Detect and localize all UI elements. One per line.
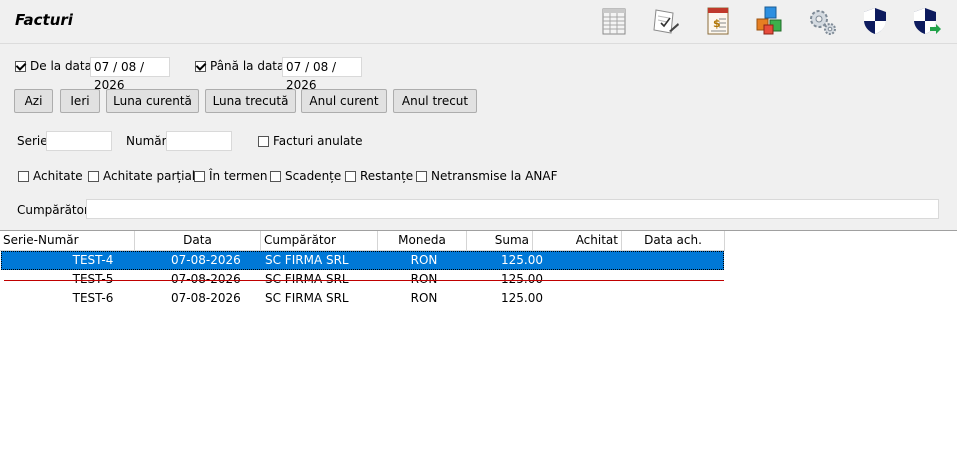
not-sent-anaf-label: Netransmise la ANAF: [431, 169, 558, 183]
settings-gears-icon[interactable]: [806, 5, 838, 37]
table-header: Serie-Număr Data Cumpărător Moneda Suma …: [0, 231, 725, 251]
shield-icon[interactable]: [859, 5, 891, 37]
from-date-label: De la data: [30, 59, 92, 73]
paid-checkbox[interactable]: Achitate: [18, 169, 83, 183]
cancelled-invoices-label: Facturi anulate: [273, 134, 363, 148]
from-date-checkbox[interactable]: De la data: [15, 59, 92, 73]
last-month-button[interactable]: Luna trecută: [205, 89, 296, 113]
on-time-checkbox[interactable]: În termen: [194, 169, 267, 183]
header-bar: Facturi $: [0, 0, 957, 44]
yesterday-button[interactable]: Ieri: [60, 89, 100, 113]
cancelled-invoices-checkbox[interactable]: Facturi anulate: [258, 134, 362, 148]
due-checkbox[interactable]: Scadențe: [270, 169, 341, 183]
cell-serie: TEST-4: [72, 253, 114, 267]
not-sent-anaf-checkbox[interactable]: Netransmise la ANAF: [416, 169, 557, 183]
to-date-checkbox[interactable]: Până la data: [195, 59, 284, 73]
today-button[interactable]: Azi: [14, 89, 53, 113]
column-header-suma[interactable]: Suma: [467, 231, 533, 250]
checkbox-box: [416, 170, 427, 182]
checkbox-box: [194, 170, 205, 182]
column-header-serie[interactable]: Serie-Număr: [0, 231, 135, 250]
edit-document-icon[interactable]: [649, 5, 681, 37]
cell-data-ach: [623, 289, 723, 308]
overdue-label: Restanțe: [360, 169, 414, 183]
column-header-moneda[interactable]: Moneda: [378, 231, 467, 250]
checkbox-box: [88, 170, 99, 182]
list-report-icon[interactable]: [598, 5, 630, 37]
checkbox-box: [258, 135, 269, 147]
from-date-input[interactable]: 07 / 08 / 2026: [90, 57, 170, 92]
cell-data-ach: [623, 251, 723, 270]
checkbox-box: [270, 170, 281, 182]
cell-cumparator: SC FIRMA SRL: [265, 291, 349, 305]
cubes-icon[interactable]: [754, 5, 786, 37]
overdue-checkbox[interactable]: Restanțe: [345, 169, 413, 183]
to-date-input[interactable]: 07 / 08 / 2026: [282, 57, 362, 92]
current-month-button[interactable]: Luna curentă: [106, 89, 199, 113]
cancelled-strike-line: [4, 280, 724, 281]
column-header-data[interactable]: Data: [135, 231, 261, 250]
cell-cumparator: SC FIRMA SRL: [265, 253, 349, 267]
table-row[interactable]: TEST-4 07-08-2026 SC FIRMA SRL RON 125.0…: [1, 251, 724, 270]
checkbox-box: [195, 60, 206, 72]
last-year-button[interactable]: Anul trecut: [393, 89, 477, 113]
buyer-label: Cumpărător: [17, 203, 89, 217]
numar-label: Număr: [126, 134, 167, 148]
cell-moneda: RON: [410, 291, 438, 305]
cell-data: 07-08-2026: [171, 291, 241, 305]
cell-achitat: [534, 289, 620, 308]
cell-achitat: [534, 251, 620, 270]
partially-paid-label: Achitate parțial: [103, 169, 196, 183]
page-title: Facturi: [15, 11, 73, 29]
due-label: Scadențe: [285, 169, 342, 183]
cell-data: 07-08-2026: [171, 253, 241, 267]
on-time-label: În termen: [209, 169, 268, 183]
cell-serie: TEST-6: [72, 291, 114, 305]
paid-label: Achitate: [33, 169, 83, 183]
invoices-table: Serie-Număr Data Cumpărător Moneda Suma …: [0, 230, 957, 470]
cell-moneda: RON: [410, 253, 438, 267]
checkbox-box: [15, 60, 26, 72]
table-row[interactable]: TEST-6 07-08-2026 SC FIRMA SRL RON 125.0…: [1, 289, 724, 308]
numar-input[interactable]: [166, 131, 232, 151]
serie-input[interactable]: [46, 131, 112, 151]
invoice-dollar-icon[interactable]: $: [702, 5, 734, 37]
table-row[interactable]: TEST-5 07-08-2026 SC FIRMA SRL RON 125.0…: [1, 270, 724, 289]
shield-export-icon[interactable]: [911, 5, 943, 37]
column-header-achitat[interactable]: Achitat: [533, 231, 622, 250]
partially-paid-checkbox[interactable]: Achitate parțial: [88, 169, 195, 183]
checkbox-box: [18, 170, 29, 182]
serie-label: Serie: [17, 134, 48, 148]
column-header-cumparator[interactable]: Cumpărător: [261, 231, 378, 250]
checkbox-box: [345, 170, 356, 182]
current-year-button[interactable]: Anul curent: [301, 89, 387, 113]
column-header-data-ach[interactable]: Data ach.: [622, 231, 725, 250]
buyer-input[interactable]: [86, 199, 939, 219]
to-date-label: Până la data: [210, 59, 285, 73]
